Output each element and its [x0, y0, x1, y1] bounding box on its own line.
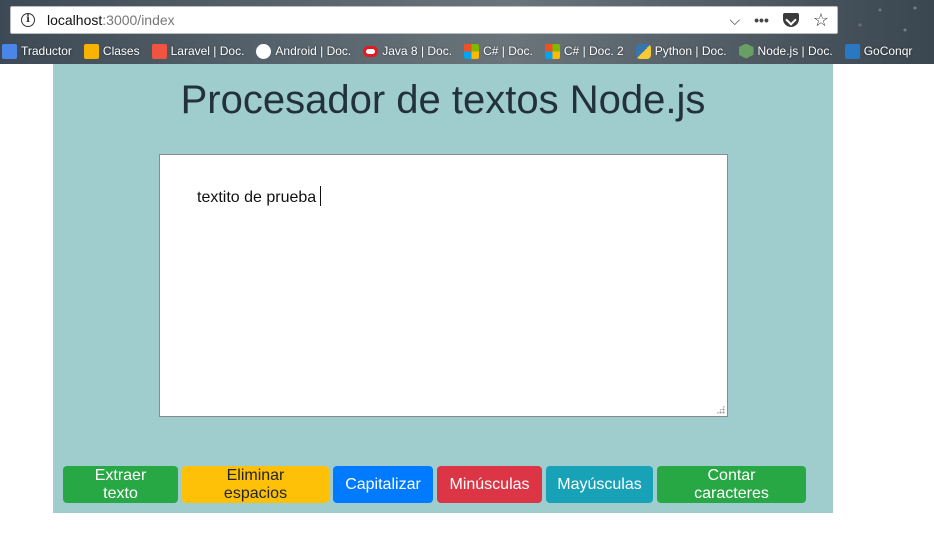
pocket-icon[interactable] [782, 13, 799, 27]
google-classroom-icon [83, 43, 99, 59]
bookmark-clases[interactable]: Clases [83, 43, 140, 59]
bookmark-java[interactable]: Java 8 | Doc. [363, 44, 452, 58]
mayusculas-button[interactable]: Mayúsculas [546, 466, 653, 503]
minusculas-button[interactable]: Minúsculas [437, 466, 542, 503]
bookmark-label: Laravel | Doc. [170, 44, 245, 58]
bookmarks-bar: Traductor Clases Laravel | Doc. Android … [0, 40, 934, 62]
bookmark-label: Android | Doc. [275, 44, 352, 58]
bookmark-label: Traductor [21, 44, 72, 58]
text-caret [320, 186, 322, 206]
text-editor[interactable]: textito de prueba [159, 154, 728, 417]
resize-grip-icon[interactable] [716, 405, 725, 414]
bookmark-laravel[interactable]: Laravel | Doc. [151, 43, 245, 59]
bookmark-nodejs[interactable]: Node.js | Doc. [738, 43, 833, 59]
nodejs-icon [738, 43, 754, 59]
bookmark-goconqr[interactable]: GoConqr [844, 43, 913, 59]
bookmark-label: Python | Doc. [654, 44, 727, 58]
bookmark-label: GoConqr [863, 44, 913, 58]
address-bar[interactable]: i localhost:3000/index ⌵ ••• ☆ [10, 6, 838, 34]
page-actions-menu-icon[interactable]: ••• [754, 13, 769, 27]
editor-text-value: textito de prueba [197, 189, 317, 206]
main-panel: Procesador de textos Node.js textito de … [53, 64, 833, 513]
goconqr-icon [844, 43, 860, 59]
bookmark-csharp[interactable]: C# | Doc. [464, 43, 533, 59]
bookmark-csharp-2[interactable]: C# | Doc. 2 [544, 43, 624, 59]
google-icon [256, 43, 272, 59]
bookmark-label: Java 8 | Doc. [382, 44, 453, 58]
url-text[interactable]: localhost:3000/index [47, 12, 175, 28]
eliminar-espacios-button[interactable]: Eliminar espacios [182, 466, 329, 503]
url-actions: ⌵ ••• ☆ [730, 11, 829, 29]
bookmark-android[interactable]: Android | Doc. [256, 43, 352, 59]
bookmark-label: Node.js | Doc. [757, 44, 833, 58]
microsoft-icon [544, 43, 560, 59]
bookmark-label: C# | Doc. 2 [563, 44, 624, 58]
contar-caracteres-button[interactable]: Contar caracteres [657, 466, 806, 503]
python-icon [635, 43, 651, 59]
info-icon[interactable]: i [21, 13, 35, 27]
bookmark-label: Clases [102, 44, 140, 58]
laravel-icon [151, 43, 167, 59]
microsoft-icon [464, 43, 480, 59]
extraer-texto-button[interactable]: Extraer texto [63, 466, 178, 503]
url-host: localhost [47, 12, 103, 28]
google-translate-icon [2, 43, 17, 59]
url-path: :3000/index [102, 12, 175, 28]
bookmark-python[interactable]: Python | Doc. [635, 43, 727, 59]
bookmark-label: C# | Doc. [483, 44, 533, 58]
capitalizar-button[interactable]: Capitalizar [333, 466, 433, 503]
bookmark-star-icon[interactable]: ☆ [813, 11, 829, 29]
oracle-icon [363, 45, 379, 57]
editor-content[interactable]: textito de prueba [197, 186, 322, 207]
browser-chrome: i localhost:3000/index ⌵ ••• ☆ Traductor… [0, 0, 934, 64]
action-buttons: Extraer texto Eliminar espacios Capitali… [63, 466, 806, 503]
bookmark-traductor[interactable]: Traductor [2, 43, 72, 59]
page-title: Procesador de textos Node.js [180, 78, 706, 122]
chevron-down-icon[interactable]: ⌵ [730, 13, 741, 27]
